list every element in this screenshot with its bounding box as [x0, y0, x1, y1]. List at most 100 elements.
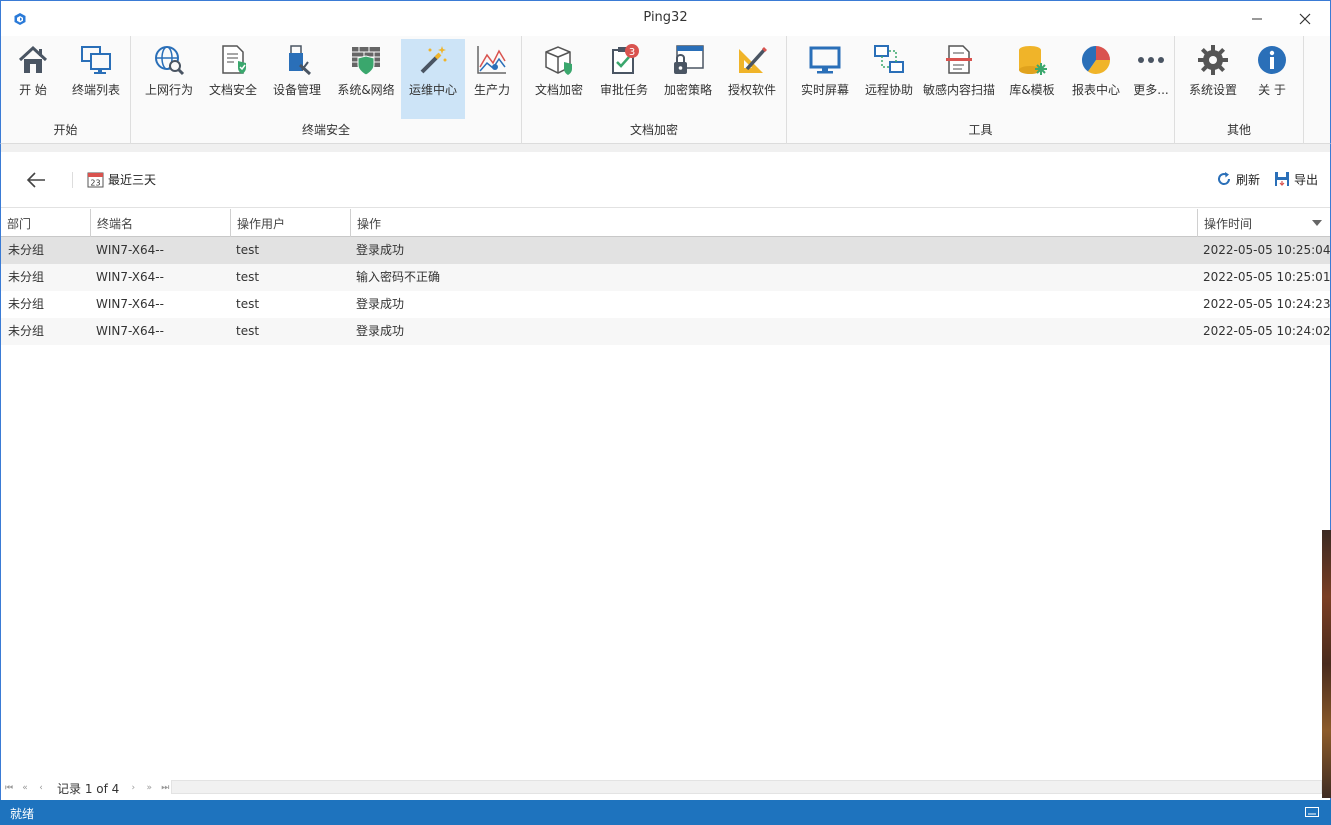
time-header-label: 操作时间 — [1204, 217, 1253, 231]
doc-encryption-button[interactable]: 文档加密 — [530, 39, 588, 119]
group-label-doc-encryption: 文档加密 — [629, 123, 678, 137]
horizontal-scrollbar[interactable] — [171, 780, 1322, 794]
table-row[interactable]: 未分组 WIN7-X64-- test 登录成功 2022-05-05 10:2… — [1, 291, 1330, 318]
sensitive-scan-label: 敏感内容扫描 — [922, 83, 995, 97]
report-center-label: 报表中心 — [1071, 83, 1120, 97]
more-dots-icon — [1138, 57, 1164, 63]
start-label: 开 始 — [19, 83, 47, 97]
column-header-operation[interactable]: 操作 — [351, 209, 1198, 237]
keyboard-icon — [1305, 807, 1319, 817]
prev-page-button[interactable]: ‹ — [33, 783, 49, 793]
column-header-time[interactable]: 操作时间 — [1198, 209, 1330, 237]
firewall-shield-icon — [352, 47, 380, 76]
encryption-policy-label: 加密策略 — [663, 83, 712, 97]
web-behavior-button[interactable]: 上网行为 — [139, 39, 199, 119]
start-button[interactable]: 开 始 — [7, 39, 59, 119]
ribbon-group-start: 开 始 终端列表 开始 — [1, 36, 131, 144]
library-template-button[interactable]: 库&模板 — [1001, 39, 1063, 119]
export-button[interactable]: 导出 — [1274, 169, 1318, 189]
device-management-label: 设备管理 — [272, 83, 321, 97]
cell-operation: 登录成功 — [356, 297, 405, 311]
back-button[interactable] — [25, 169, 49, 191]
group-label-terminal-security: 终端安全 — [301, 123, 350, 137]
globe-search-icon — [155, 46, 185, 76]
computers-icon — [81, 46, 111, 74]
approval-tasks-label: 审批任务 — [599, 83, 648, 97]
library-template-label: 库&模板 — [1009, 83, 1055, 97]
background-window-edge — [1322, 530, 1331, 798]
cell-terminal: WIN7-X64-- — [96, 324, 164, 338]
cell-user: test — [236, 243, 260, 257]
status-bar: 就绪 — [0, 800, 1331, 825]
document-security-button[interactable]: 文档安全 — [203, 39, 263, 119]
cell-terminal: WIN7-X64-- — [96, 297, 164, 311]
calendar-day: 23 — [90, 178, 100, 187]
usb-device-icon — [289, 45, 312, 76]
system-settings-button[interactable]: 系统设置 — [1183, 39, 1243, 119]
cell-department: 未分组 — [8, 297, 45, 311]
remote-assist-label: 远程协助 — [864, 83, 913, 97]
approval-tasks-button[interactable]: 3 审批任务 — [594, 39, 654, 119]
sensitive-scan-button[interactable]: 敏感内容扫描 — [921, 39, 997, 119]
refresh-label: 刷新 — [1235, 172, 1260, 187]
ribbon-toolbar: 开 始 终端列表 开始 上网行为 文档安全 设备管理 系统&网络 运维中心 生产… — [0, 36, 1331, 144]
lock-window-icon — [674, 45, 704, 74]
ops-center-label: 运维中心 — [408, 83, 457, 97]
refresh-button[interactable]: 刷新 — [1216, 169, 1260, 189]
cell-time: 2022-05-05 10:24:23 — [1203, 297, 1331, 311]
more-button[interactable]: 更多... — [1129, 39, 1173, 119]
productivity-button[interactable]: 生产力 — [467, 39, 517, 119]
minimize-icon — [1252, 18, 1262, 20]
doc-encryption-label: 文档加密 — [534, 83, 583, 97]
date-range-label: 最近三天 — [108, 172, 157, 187]
terminal-list-button[interactable]: 终端列表 — [65, 39, 127, 119]
info-icon — [1258, 46, 1286, 74]
next-page-button[interactable]: › — [125, 783, 141, 793]
close-icon — [1299, 13, 1311, 25]
about-button[interactable]: 关 于 — [1247, 39, 1297, 119]
cell-user: test — [236, 270, 260, 284]
next-group-button[interactable]: » — [141, 783, 157, 793]
remote-assist-button[interactable]: 远程协助 — [859, 39, 919, 119]
column-header-user[interactable]: 操作用户 — [231, 209, 351, 237]
date-range-button[interactable]: 23 最近三天 — [87, 169, 156, 189]
realtime-screen-button[interactable]: 实时屏幕 — [795, 39, 855, 119]
cell-time: 2022-05-05 10:25:04 — [1203, 243, 1331, 257]
cell-terminal: WIN7-X64-- — [96, 270, 164, 284]
system-network-button[interactable]: 系统&网络 — [331, 39, 401, 119]
productivity-label: 生产力 — [473, 83, 510, 97]
column-header-terminal[interactable]: 终端名 — [91, 209, 231, 237]
group-label-other: 其他 — [1226, 123, 1251, 137]
window-title: Ping32 — [643, 10, 688, 25]
export-save-icon — [1274, 172, 1289, 186]
cell-user: test — [236, 297, 260, 311]
encryption-policy-button[interactable]: 加密策略 — [658, 39, 718, 119]
ops-center-button[interactable]: 运维中心 — [401, 39, 465, 119]
monitor-icon — [809, 46, 841, 74]
record-counter: 记录 1 of 4 — [57, 781, 120, 796]
document-security-label: 文档安全 — [208, 83, 257, 97]
cell-operation: 登录成功 — [356, 324, 405, 338]
clipboard-check-icon: 3 — [612, 44, 639, 74]
column-header-department[interactable]: 部门 — [1, 209, 91, 237]
cell-time: 2022-05-05 10:24:02 — [1203, 324, 1331, 338]
table-row[interactable]: 未分组 WIN7-X64-- test 登录成功 2022-05-05 10:2… — [1, 318, 1330, 345]
about-label: 关 于 — [1258, 83, 1286, 97]
table-row[interactable]: 未分组 WIN7-X64-- test 输入密码不正确 2022-05-05 1… — [1, 264, 1330, 291]
table-row[interactable]: 未分组 WIN7-X64-- test 登录成功 2022-05-05 10:2… — [1, 237, 1330, 264]
system-network-label: 系统&网络 — [337, 83, 395, 97]
arrow-left-icon — [26, 172, 45, 188]
report-center-button[interactable]: 报表中心 — [1065, 39, 1127, 119]
close-button[interactable] — [1290, 7, 1320, 31]
prev-group-button[interactable]: « — [17, 783, 33, 793]
minimize-button[interactable] — [1242, 7, 1272, 31]
device-management-button[interactable]: 设备管理 — [267, 39, 327, 119]
web-behavior-label: 上网行为 — [144, 83, 193, 97]
box-shield-icon — [545, 46, 572, 75]
authorized-software-button[interactable]: 授权软件 — [722, 39, 782, 119]
home-icon — [18, 45, 48, 73]
first-page-button[interactable]: ⏮ — [1, 783, 17, 793]
pie-chart-icon — [1081, 45, 1110, 75]
cell-department: 未分组 — [8, 243, 45, 257]
terminal-list-label: 终端列表 — [71, 83, 120, 97]
